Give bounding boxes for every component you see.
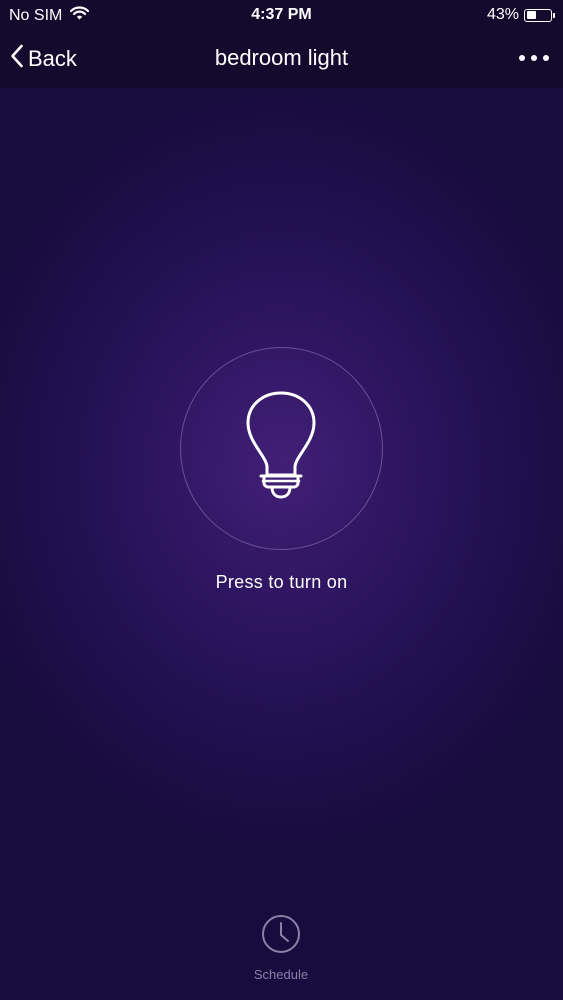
more-options-button[interactable] [519,48,549,68]
power-toggle-button[interactable] [180,347,383,550]
clock-icon [261,914,301,959]
status-bar: No SIM 4:37 PM 43% [0,0,563,30]
more-dot [519,55,525,61]
schedule-button[interactable]: Schedule [241,914,321,982]
battery-icon [524,8,552,22]
status-right: 43% [487,6,555,24]
battery-level-fill [526,11,536,19]
battery-percent: 43% [486,6,519,23]
device-screen: No SIM 4:37 PM 43% Back bedroom light Pr… [0,0,563,1000]
battery-nub [553,12,555,18]
schedule-label: Schedule [253,967,309,982]
more-dot [543,55,549,61]
light-bulb-icon [243,390,319,513]
status-time: 4:37 PM [251,6,312,23]
power-hint: Press to turn on [215,572,348,592]
page-title: bedroom light [214,45,349,70]
nav-bar: Back bedroom light [0,30,563,88]
more-dot [531,55,537,61]
more-horizontal-icon [519,55,549,61]
